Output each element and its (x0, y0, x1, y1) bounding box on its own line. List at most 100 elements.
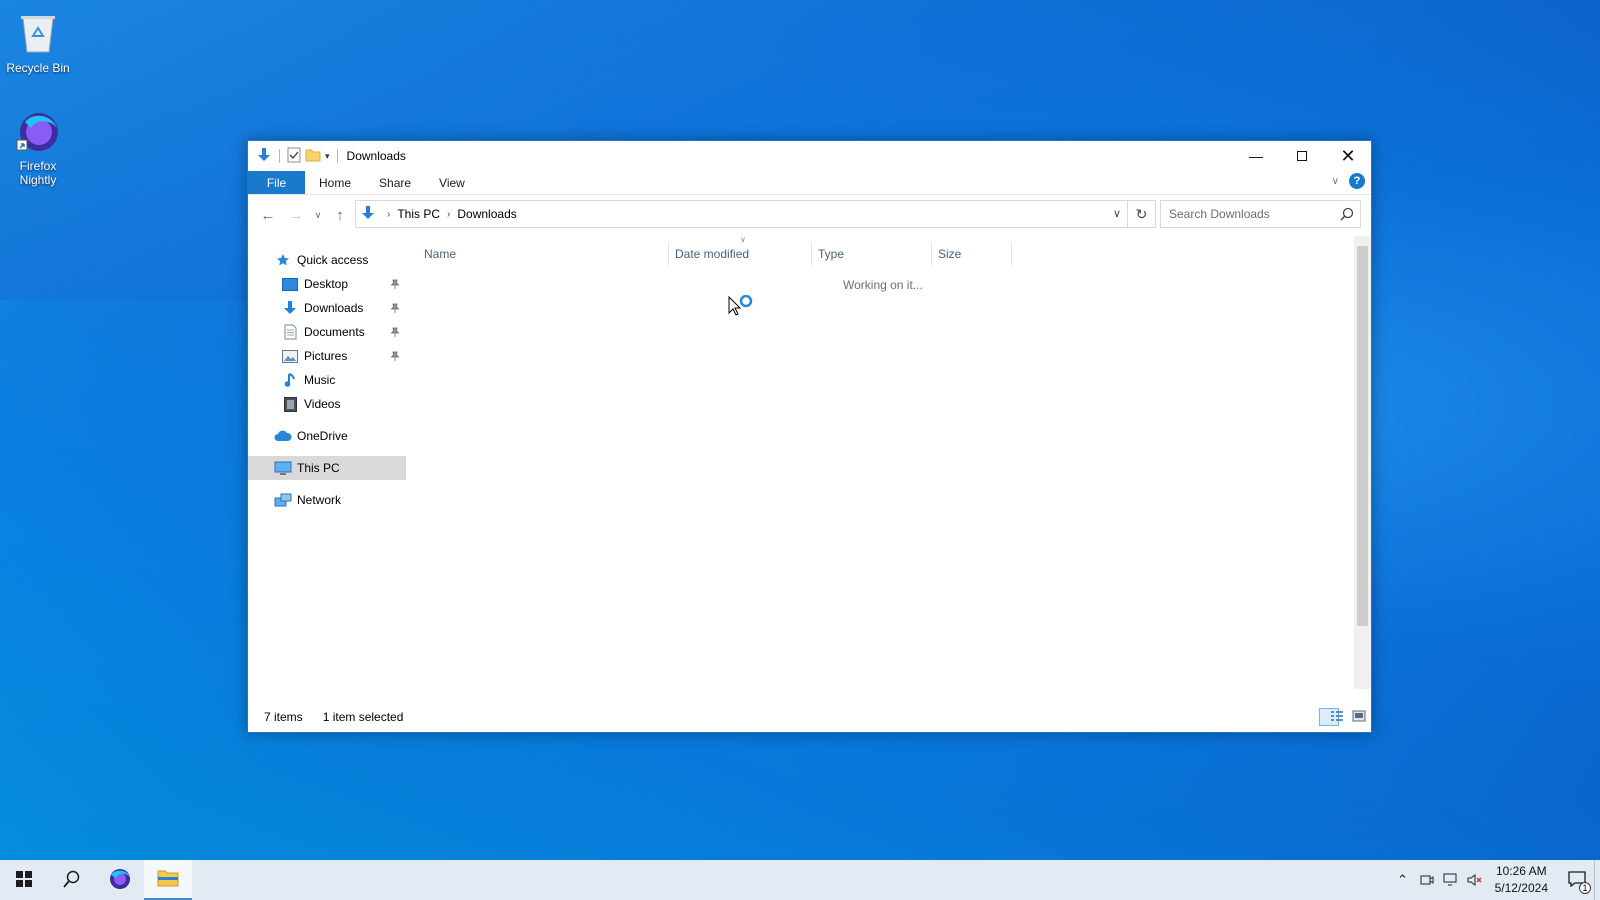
nav-quick-access[interactable]: Quick access (248, 248, 406, 272)
back-button[interactable]: ← (254, 201, 282, 229)
large-icons-view-button[interactable] (1341, 708, 1366, 726)
column-header-name[interactable]: Name (418, 242, 669, 266)
search-taskbar-button[interactable] (48, 860, 96, 900)
navigation-bar: ← → ∨ ↑ › This PC › Downloads ∨ ↻ (248, 195, 1371, 235)
search-input[interactable] (1169, 207, 1329, 221)
notification-count: 1 (1579, 882, 1591, 894)
pin-icon[interactable] (390, 302, 400, 316)
title-bar: ▾ Downloads — ✕ (248, 141, 1371, 171)
windows-logo-icon (16, 870, 32, 890)
tab-home[interactable]: Home (305, 171, 365, 194)
column-header-type[interactable]: Type (812, 242, 932, 266)
nav-network[interactable]: Network (248, 488, 406, 512)
downloads-arrow-icon (256, 147, 272, 166)
column-header-size[interactable]: Size (932, 242, 1012, 266)
recycle-bin-label: Recycle Bin (6, 61, 70, 75)
nav-item-videos[interactable]: Videos (248, 392, 406, 416)
explorer-window: ▾ Downloads — ✕ File Home Share View ∨ ?… (247, 140, 1372, 733)
up-arrow-icon: ↑ (336, 206, 344, 224)
nav-this-pc-label: This PC (297, 461, 340, 475)
breadcrumb-separator[interactable]: › (447, 209, 450, 220)
nav-item-label: Music (304, 373, 336, 387)
details-view-button[interactable] (1319, 708, 1343, 726)
close-button[interactable]: ✕ (1325, 141, 1371, 171)
customize-toolbar-chevron-icon[interactable]: ▾ (325, 151, 330, 162)
clock-date: 5/12/2024 (1494, 881, 1548, 895)
nav-this-pc[interactable]: This PC (248, 456, 406, 480)
desktop-icon-recycle-bin[interactable]: Recycle Bin (0, 8, 76, 75)
show-desktop-button[interactable] (1594, 860, 1600, 900)
busy-cursor-icon (728, 294, 754, 324)
minimize-icon: — (1249, 148, 1263, 164)
breadcrumb-this-pc[interactable]: This PC (397, 207, 440, 221)
videos-folder-icon (281, 396, 299, 412)
music-folder-icon (281, 372, 299, 388)
nav-item-label: Pictures (304, 349, 348, 363)
address-bar[interactable]: › This PC › Downloads ∨ (355, 200, 1128, 228)
meet-now-icon[interactable] (1415, 860, 1439, 900)
firefox-nightly-icon (0, 108, 76, 157)
recycle-bin-icon (0, 8, 76, 59)
desktop-folder-icon (281, 276, 299, 292)
vertical-scrollbar[interactable] (1354, 236, 1371, 689)
desktop-icon-firefox-nightly[interactable]: Firefox Nightly (0, 108, 76, 187)
address-history-chevron-icon[interactable]: ∨ (1113, 207, 1121, 220)
minimize-button[interactable]: — (1233, 141, 1279, 171)
tab-file[interactable]: File (248, 171, 305, 194)
volume-muted-icon[interactable] (1463, 860, 1487, 900)
chevron-down-icon: ∨ (314, 209, 322, 220)
item-count: 7 items (264, 710, 303, 724)
properties-icon[interactable] (287, 147, 301, 166)
back-arrow-icon: ← (260, 206, 276, 224)
nav-item-label: Videos (304, 397, 341, 411)
file-explorer-taskbar-button[interactable] (144, 860, 192, 900)
expand-ribbon-chevron-icon[interactable]: ∨ (1332, 176, 1339, 187)
sort-indicator-icon: ∨ (740, 235, 746, 244)
nav-item-downloads[interactable]: Downloads (248, 296, 406, 320)
pin-icon[interactable] (390, 350, 400, 364)
close-icon: ✕ (1340, 145, 1356, 166)
star-icon (274, 252, 292, 268)
nav-onedrive[interactable]: OneDrive (248, 424, 406, 448)
refresh-button[interactable]: ↻ (1128, 200, 1156, 228)
computer-icon (274, 460, 292, 476)
nav-item-label: Downloads (304, 301, 364, 315)
column-header-date-modified-label: Date modified (675, 247, 750, 261)
search-box[interactable] (1160, 200, 1361, 228)
recent-locations-button[interactable]: ∨ (310, 201, 326, 229)
downloads-folder-icon (281, 300, 299, 316)
breadcrumb-downloads[interactable]: Downloads (457, 207, 516, 221)
maximize-icon (1297, 151, 1307, 161)
new-folder-icon[interactable] (305, 148, 321, 165)
action-center-button[interactable]: 1 (1560, 860, 1594, 900)
start-button[interactable] (0, 860, 48, 900)
clock-time: 10:26 AM (1495, 864, 1547, 878)
selection-count: 1 item selected (322, 710, 404, 724)
tab-share[interactable]: Share (365, 171, 425, 194)
window-title: Downloads (346, 149, 406, 163)
nav-item-documents[interactable]: Documents (248, 320, 406, 344)
clock[interactable]: 10:26 AM 5/12/2024 (1495, 863, 1548, 897)
firefox-nightly-taskbar-button[interactable] (96, 860, 144, 900)
loading-text: Working on it... (843, 278, 923, 292)
nav-item-music[interactable]: Music (248, 368, 406, 392)
nav-item-pictures[interactable]: Pictures (248, 344, 406, 368)
pin-icon[interactable] (390, 326, 400, 340)
nav-item-desktop[interactable]: Desktop (248, 272, 406, 296)
network-status-icon[interactable] (1439, 860, 1463, 900)
forward-arrow-icon: → (288, 206, 304, 224)
column-header-date-modified[interactable]: Date modified (669, 242, 812, 266)
pictures-folder-icon (281, 348, 299, 364)
help-icon[interactable]: ? (1349, 173, 1365, 189)
up-button[interactable]: ↑ (326, 201, 354, 229)
forward-button[interactable]: → (282, 201, 310, 229)
breadcrumb-separator[interactable]: › (387, 209, 390, 220)
pin-icon[interactable] (390, 278, 400, 292)
nav-network-label: Network (297, 493, 342, 507)
tab-view[interactable]: View (425, 171, 479, 194)
scrollbar-thumb[interactable] (1357, 246, 1368, 626)
maximize-button[interactable] (1279, 141, 1325, 171)
show-hidden-icons-chevron-icon[interactable]: ⌃ (1391, 860, 1415, 900)
quick-access-toolbar: ▾ (248, 141, 341, 171)
status-bar: 7 items 1 item selected (248, 702, 1371, 732)
